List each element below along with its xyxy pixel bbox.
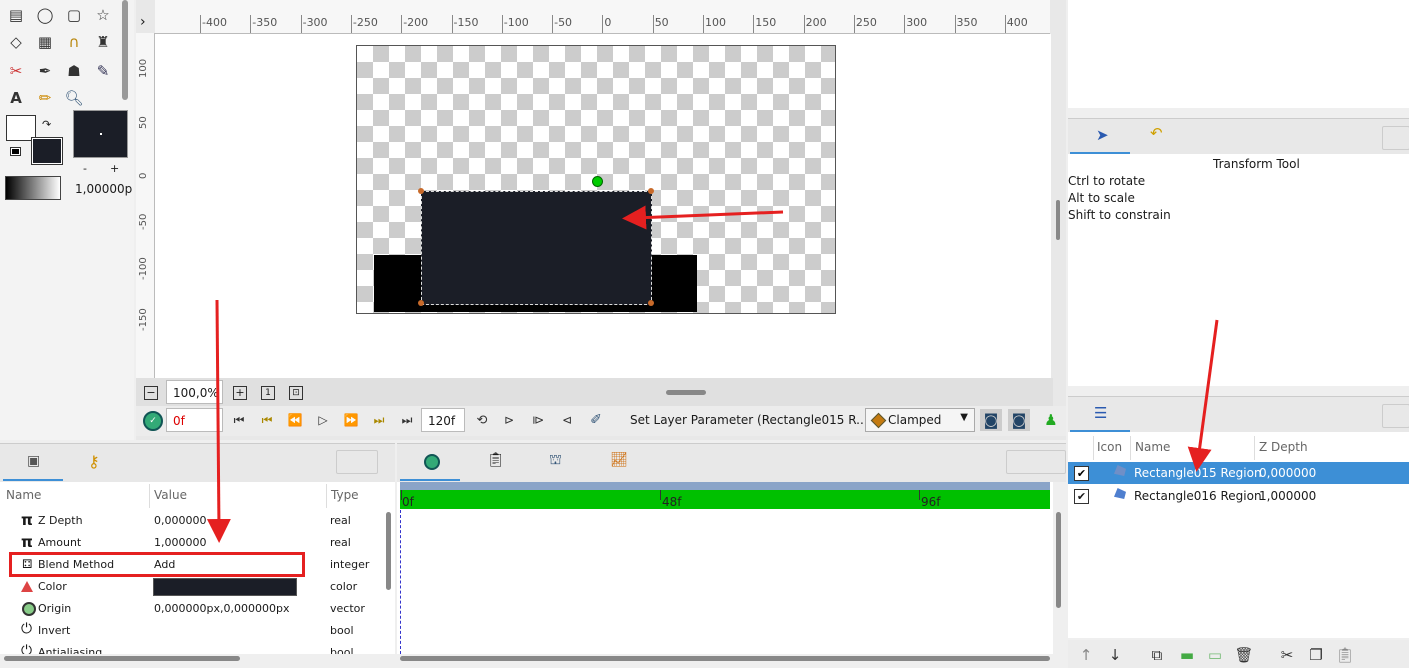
arrow-to-blend-method <box>206 299 231 543</box>
arrow-to-rectangle <box>622 205 784 230</box>
arrow-to-layer <box>1187 319 1219 472</box>
annotation-arrows <box>206 205 1219 543</box>
